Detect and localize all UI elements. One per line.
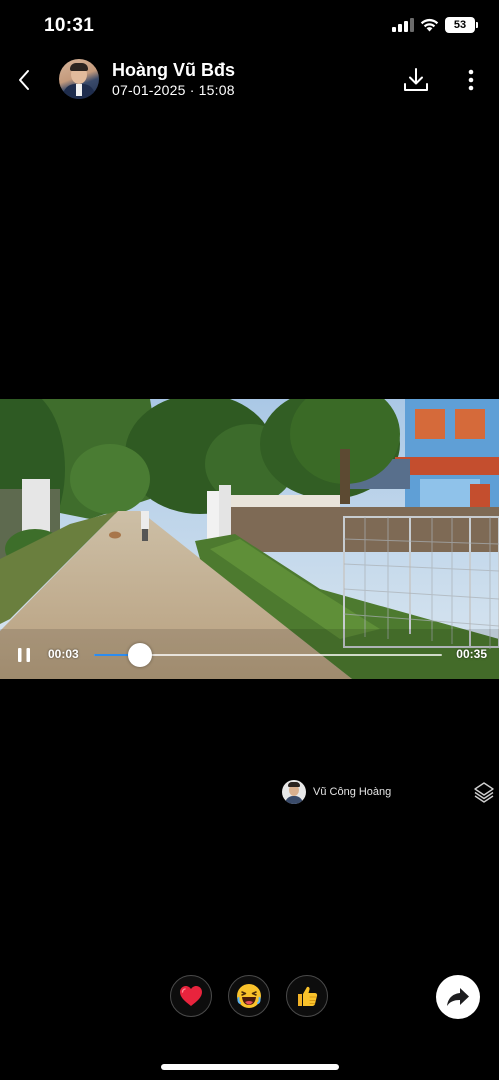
message-timestamp: 07-01-2025 · 15:08 [112, 82, 235, 98]
download-button[interactable] [402, 66, 430, 94]
current-time: 00:03 [48, 647, 79, 661]
share-arrow-icon [447, 988, 469, 1006]
reaction-like-button[interactable] [286, 975, 328, 1017]
cellular-signal-icon [392, 18, 414, 32]
reaction-heart-button[interactable] [170, 975, 212, 1017]
thumbs-up-icon [298, 986, 318, 1006]
pause-button[interactable] [14, 645, 34, 665]
layers-button[interactable] [473, 781, 495, 803]
progress-bar[interactable] [94, 643, 442, 667]
original-sender-avatar [282, 780, 306, 804]
sender-name[interactable]: Hoàng Vũ Bđs [112, 60, 235, 81]
battery-icon: 53 [445, 17, 478, 33]
wifi-icon [420, 18, 439, 32]
original-sender-name: Vũ Công Hoàng [313, 786, 392, 798]
more-vertical-icon [468, 69, 474, 91]
progress-thumb[interactable] [128, 643, 152, 667]
laughing-face-icon [237, 984, 261, 1008]
total-time: 00:35 [456, 647, 487, 661]
status-bar: 10:31 53 [0, 0, 499, 54]
viewer-header: Hoàng Vũ Bđs 07-01-2025 · 15:08 [0, 58, 499, 102]
video-controls: 00:03 00:35 [0, 637, 499, 673]
original-sender[interactable]: Vũ Công Hoàng [282, 780, 391, 804]
more-options-button[interactable] [460, 66, 482, 94]
status-icons: 53 [392, 17, 478, 33]
sender-avatar[interactable] [59, 59, 99, 99]
pause-icon [18, 648, 30, 662]
chevron-left-icon [19, 70, 29, 90]
reaction-haha-button[interactable] [228, 975, 270, 1017]
layers-icon [474, 782, 494, 803]
back-button[interactable] [12, 66, 36, 94]
download-icon [404, 68, 428, 91]
share-button[interactable] [436, 975, 480, 1019]
media-viewer: 10:31 53 Hoàng Vũ Bđs 07-01-2025 · 15:08… [0, 0, 499, 1080]
heart-icon [180, 986, 202, 1006]
home-indicator [161, 1064, 339, 1070]
status-time: 10:31 [44, 15, 95, 36]
